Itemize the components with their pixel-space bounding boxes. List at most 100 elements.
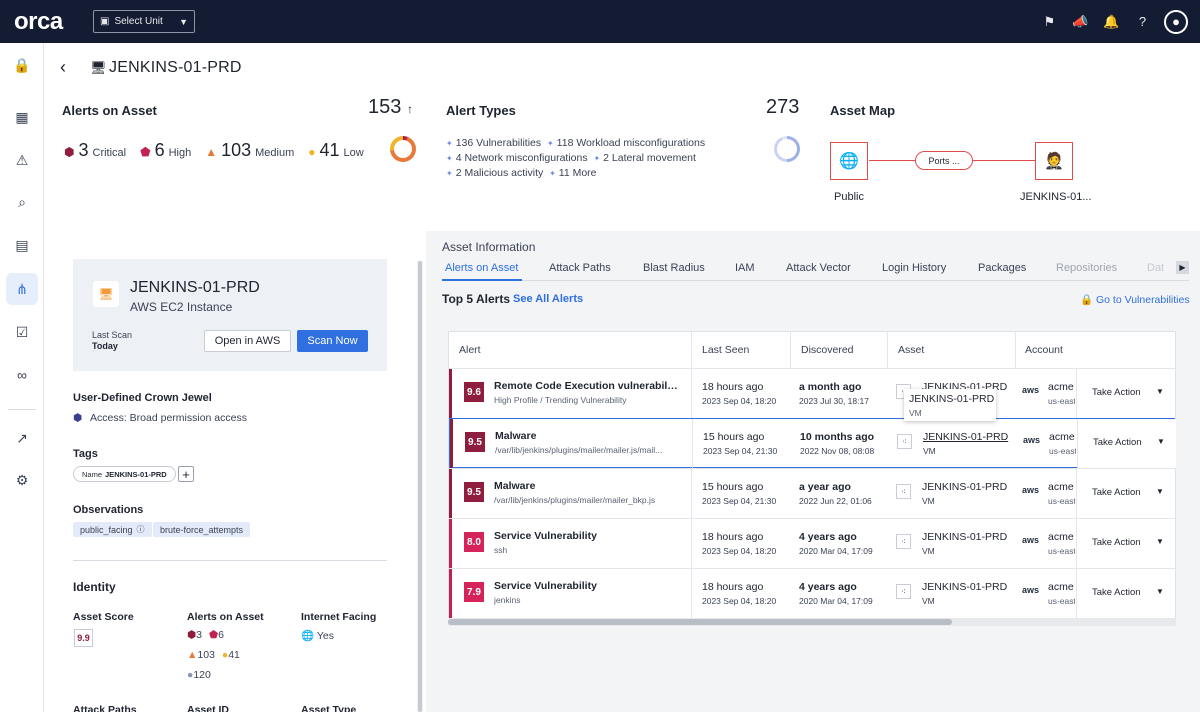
megaphone-icon[interactable]: 📣: [1065, 0, 1096, 43]
tab-attack-paths[interactable]: Attack Paths: [549, 262, 611, 274]
vm-icon: ⁖: [896, 584, 911, 599]
help-icon[interactable]: ?: [1127, 0, 1158, 43]
tag-chip[interactable]: Name JENKINS-01-PRD: [73, 466, 176, 482]
table-row[interactable]: 8.0 Service Vulnerability ssh 18 hours ago 2…: [449, 518, 1175, 568]
globe-icon[interactable]: 🌐: [830, 142, 868, 180]
account-name[interactable]: acme: [1048, 531, 1075, 543]
alert-title[interactable]: Service Vulnerability: [494, 530, 678, 542]
alert-title[interactable]: Malware: [495, 430, 679, 442]
low-label: Low: [343, 147, 364, 159]
alerts-total-value: 153: [368, 96, 402, 118]
go-to-vulnerabilities-link[interactable]: 🔒 Go to Vulnerabilities: [1080, 293, 1190, 306]
flag-icon[interactable]: ⚑: [1034, 0, 1065, 43]
scan-now-button[interactable]: Scan Now: [297, 330, 368, 352]
page-title: JENKINS-01-PRD: [109, 59, 242, 76]
account-name[interactable]: acme: [1048, 481, 1075, 493]
asset-map-title: Asset Map: [830, 103, 896, 118]
alert-type-item[interactable]: 118 Workload misconfigurations: [557, 137, 705, 149]
observation-chip[interactable]: public_facing ⓘ: [73, 522, 152, 537]
column-header-alert[interactable]: Alert: [459, 344, 481, 356]
bullet-icon: ✦: [446, 139, 453, 148]
integrations-icon[interactable]: ∞: [6, 359, 38, 391]
column-header-discovered[interactable]: Discovered: [801, 344, 854, 356]
alert-type-item[interactable]: 2 Malicious activity: [456, 167, 544, 179]
jenkins-icon[interactable]: 🤵: [1035, 142, 1073, 180]
alert-type-item[interactable]: 136 Vulnerabilities: [456, 137, 541, 149]
back-arrow-icon[interactable]: ‹: [60, 57, 66, 78]
severity-low[interactable]: ● 41 Low: [308, 140, 363, 161]
asset-name[interactable]: JENKINS-01-PRD: [922, 531, 1007, 543]
tab-repositories[interactable]: Repositories: [1056, 262, 1117, 274]
last-seen-date: 2023 Sep 04, 18:20: [702, 546, 777, 556]
table-row[interactable]: 9.6 Remote Code Execution vulnerabilit...…: [449, 368, 1175, 418]
tab-iam[interactable]: IAM: [735, 262, 755, 274]
discovered-date: 2020 Mar 04, 17:09: [799, 546, 873, 556]
chevron-down-icon[interactable]: ▼: [1156, 587, 1164, 596]
account-name[interactable]: acme: [1048, 581, 1075, 593]
chevron-down-icon[interactable]: ▼: [1157, 437, 1165, 446]
tab-data[interactable]: Dat: [1147, 262, 1164, 274]
observation-chip[interactable]: brute-force_attempts: [153, 522, 251, 537]
open-in-aws-button[interactable]: Open in AWS: [204, 330, 291, 352]
account-name[interactable]: acme: [1048, 381, 1075, 393]
see-all-alerts-link[interactable]: See All Alerts: [513, 293, 583, 305]
settings-icon[interactable]: ⚙: [6, 464, 38, 496]
alert-title[interactable]: Service Vulnerability: [494, 580, 678, 592]
unit-select[interactable]: ▣ Select Unit ▼: [93, 10, 195, 33]
chevron-down-icon[interactable]: ▼: [1156, 387, 1164, 396]
column-divider: [691, 369, 692, 418]
asset-graph-icon[interactable]: ⋔: [6, 273, 38, 305]
alert-type-item[interactable]: 2 Lateral movement: [603, 152, 696, 164]
user-avatar-icon[interactable]: ●: [1164, 9, 1188, 34]
alert-title[interactable]: Remote Code Execution vulnerabilit...: [494, 380, 678, 392]
column-header-account[interactable]: Account: [1025, 344, 1063, 356]
table-row[interactable]: 7.9 Service Vulnerability jenkins 18 hours …: [449, 568, 1175, 618]
take-action-button[interactable]: Take Action: [1093, 437, 1142, 448]
search-icon[interactable]: ⌕: [6, 186, 38, 218]
orca-logo[interactable]: orca: [14, 8, 78, 36]
lock-icon[interactable]: 🔒: [6, 49, 38, 81]
severity-high[interactable]: ⬟ 6 High: [140, 140, 191, 161]
take-action-button[interactable]: Take Action: [1092, 487, 1141, 498]
chevron-right-icon[interactable]: ▶: [1176, 261, 1189, 274]
table-row[interactable]: 9.5 Malware/var/lib/jenkins/plugins/maile…: [449, 468, 1175, 518]
chevron-down-icon[interactable]: ▼: [1156, 537, 1164, 546]
bell-icon[interactable]: 🔔: [1096, 0, 1127, 43]
dashboard-icon[interactable]: ▦: [6, 101, 38, 133]
bullet-icon: ✦: [546, 139, 554, 148]
take-action-button[interactable]: Take Action: [1092, 387, 1141, 398]
tab-attack-vector[interactable]: Attack Vector: [786, 262, 851, 274]
severity-critical[interactable]: ⬢ 3 Critical: [64, 140, 126, 161]
tab-login-history[interactable]: Login History: [882, 262, 946, 274]
column-header-last-seen[interactable]: Last Seen: [702, 344, 749, 356]
asset-name[interactable]: JENKINS-01-PRD: [922, 481, 1007, 493]
take-action-button[interactable]: Take Action: [1092, 537, 1141, 548]
panel-scrollbar-thumb[interactable]: [418, 261, 422, 712]
severity-medium[interactable]: ▲ 103 Medium: [205, 140, 294, 161]
tab-packages[interactable]: Packages: [978, 262, 1026, 274]
compliance-icon[interactable]: ☑: [6, 316, 38, 348]
add-tag-button[interactable]: +: [178, 466, 194, 482]
alert-type-item[interactable]: 4 Network misconfigurations: [456, 152, 588, 164]
column-divider: [691, 469, 692, 518]
alert-title[interactable]: Malware: [494, 480, 678, 492]
alert-subtitle: /var/lib/jenkins/plugins/mailer/mailer_b…: [494, 495, 656, 505]
table-row[interactable]: 9.5 Malware/var/lib/jenkins/plugins/maile…: [449, 418, 1176, 468]
inventory-icon[interactable]: ▤: [6, 229, 38, 261]
discovered: a year ago: [799, 481, 851, 493]
tab-blast-radius[interactable]: Blast Radius: [643, 262, 705, 274]
alert-icon[interactable]: ⚠: [6, 144, 38, 176]
tab-alerts-on-asset[interactable]: Alerts on Asset: [445, 262, 518, 274]
table-scrollbar-thumb[interactable]: [448, 619, 952, 625]
asset-name[interactable]: JENKINS-01-PRD: [923, 431, 1008, 443]
account-name[interactable]: acme: [1049, 431, 1076, 443]
account-region: us-east-1: [1049, 446, 1076, 456]
alert-type-item[interactable]: 11 More: [559, 167, 597, 179]
column-header-asset[interactable]: Asset: [898, 344, 924, 356]
ports-connector[interactable]: Ports ...: [915, 151, 973, 170]
take-action-button[interactable]: Take Action: [1092, 587, 1141, 598]
unit-select-label: Select Unit: [114, 16, 163, 27]
automation-icon[interactable]: ↗: [6, 422, 38, 454]
asset-name[interactable]: JENKINS-01-PRD: [922, 581, 1007, 593]
chevron-down-icon[interactable]: ▼: [1156, 487, 1164, 496]
